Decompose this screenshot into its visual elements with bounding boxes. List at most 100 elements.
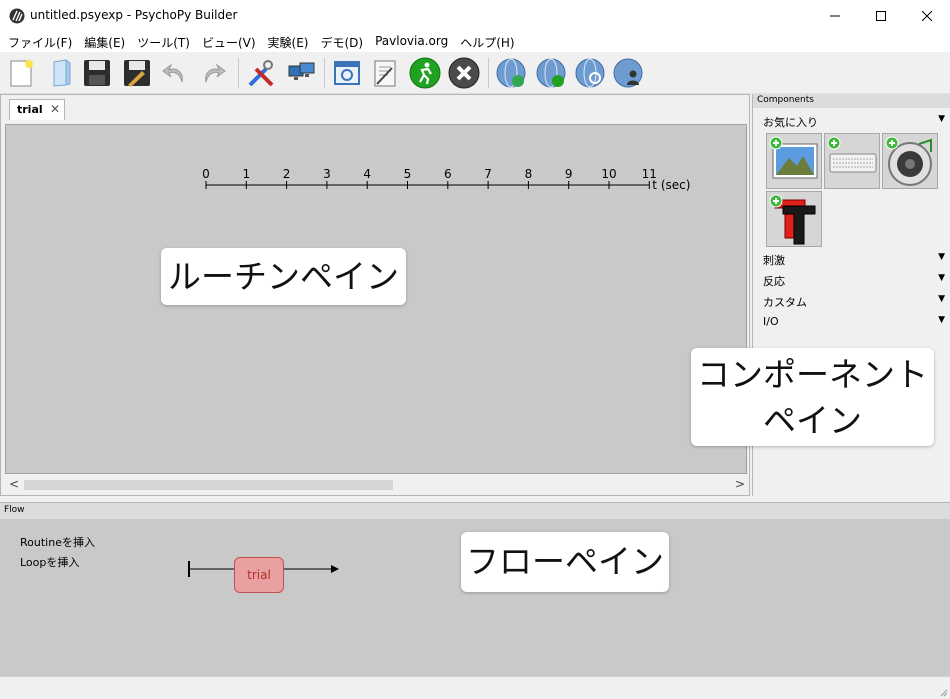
components-title: Components bbox=[757, 95, 814, 105]
timeline-tick-label: 1 bbox=[242, 167, 250, 181]
preferences-button[interactable] bbox=[244, 56, 278, 90]
timeline-tick-label: 9 bbox=[565, 167, 573, 181]
undo-button[interactable] bbox=[158, 56, 192, 90]
toolbar bbox=[0, 52, 950, 94]
pavlovia-user-button[interactable] bbox=[611, 56, 645, 90]
category-favorites[interactable]: お気に入り ▼ bbox=[763, 114, 945, 134]
menu-edit[interactable]: 編集(E) bbox=[80, 32, 129, 52]
timeline-tick-label: 3 bbox=[323, 167, 331, 181]
menu-help[interactable]: ヘルプ(H) bbox=[456, 32, 518, 52]
menu-experiment[interactable]: 実験(E) bbox=[264, 32, 313, 52]
minimize-button[interactable] bbox=[812, 0, 858, 32]
timeline: 0 1 2 3 4 5 6 7 8 9 10 11t (sec) bbox=[202, 167, 690, 192]
menu-bar: ファイル(F) 編集(E) ツール(T) ビュー(V) 実験(E) デモ(D) … bbox=[0, 32, 950, 52]
callout-text-line1: コンポーネント bbox=[697, 355, 928, 394]
menu-demos[interactable]: デモ(D) bbox=[316, 32, 367, 52]
category-label: カスタム bbox=[763, 296, 807, 309]
keyboard-component-button[interactable] bbox=[824, 133, 880, 189]
save-as-button[interactable] bbox=[120, 56, 154, 90]
redo-icon bbox=[205, 63, 226, 83]
redo-button[interactable] bbox=[196, 56, 230, 90]
insert-loop-button[interactable]: Loopを挿入 bbox=[20, 554, 79, 570]
menu-pavlovia[interactable]: Pavlovia.org bbox=[371, 32, 452, 52]
flow-routine-trial[interactable]: trial bbox=[234, 557, 284, 593]
pavlovia-sync-button[interactable] bbox=[494, 56, 528, 90]
flow-title: Flow bbox=[4, 505, 25, 515]
pavlovia-user-icon bbox=[613, 58, 643, 88]
title-bar: untitled.psyexp - PsychoPy Builder bbox=[0, 0, 950, 32]
tab-close-icon[interactable]: ✕ bbox=[50, 102, 60, 116]
toolbar-separator bbox=[238, 58, 239, 88]
scroll-left-icon[interactable]: < bbox=[9, 477, 19, 491]
status-bar bbox=[0, 676, 950, 699]
save-as-icon bbox=[124, 60, 150, 87]
timeline-tick-label: 5 bbox=[404, 167, 412, 181]
timeline-unit-label: t (sec) bbox=[652, 178, 690, 192]
category-responses[interactable]: 反応 ▼ bbox=[763, 273, 945, 293]
category-stimuli[interactable]: 刺激 ▼ bbox=[763, 252, 945, 272]
new-file-icon bbox=[10, 60, 33, 87]
open-file-button[interactable] bbox=[44, 56, 78, 90]
monitor-center-button[interactable] bbox=[284, 56, 318, 90]
stop-button[interactable] bbox=[447, 56, 481, 90]
scroll-right-icon[interactable]: > bbox=[735, 477, 745, 491]
category-io[interactable]: I/O ▼ bbox=[763, 315, 945, 335]
menu-file[interactable]: ファイル(F) bbox=[4, 32, 76, 52]
stop-icon bbox=[448, 57, 480, 89]
category-label: 反応 bbox=[763, 275, 785, 288]
scrollbar-thumb[interactable] bbox=[24, 480, 393, 490]
window-title: untitled.psyexp - PsychoPy Builder bbox=[30, 8, 238, 22]
timeline-tick-label: 10 bbox=[601, 167, 616, 181]
text-component-icon bbox=[769, 194, 816, 245]
pavlovia-search-icon bbox=[575, 58, 605, 88]
routine-tab-label: trial bbox=[17, 103, 43, 116]
save-button[interactable] bbox=[80, 56, 114, 90]
experiment-settings-icon bbox=[334, 61, 360, 85]
routine-tab-trial[interactable]: trial ✕ bbox=[9, 99, 65, 120]
compile-script-button[interactable] bbox=[368, 56, 402, 90]
toolbar-separator bbox=[488, 58, 489, 88]
timeline-tick-label: 6 bbox=[444, 167, 452, 181]
pavlovia-run-button[interactable] bbox=[534, 56, 568, 90]
category-custom[interactable]: カスタム ▼ bbox=[763, 294, 945, 314]
timeline-tick-label: 7 bbox=[484, 167, 492, 181]
sound-component-button[interactable] bbox=[882, 133, 938, 189]
psychopy-app-icon bbox=[9, 8, 25, 24]
menu-view[interactable]: ビュー(V) bbox=[198, 32, 260, 52]
image-component-icon bbox=[769, 136, 818, 179]
menu-tools[interactable]: ツール(T) bbox=[133, 32, 194, 52]
experiment-settings-button[interactable] bbox=[330, 56, 364, 90]
sound-component-icon bbox=[885, 136, 932, 186]
run-icon bbox=[409, 57, 441, 89]
insert-routine-button[interactable]: Routineを挿入 bbox=[20, 534, 95, 550]
new-file-button[interactable] bbox=[4, 56, 38, 90]
resize-grip-icon[interactable] bbox=[938, 687, 948, 697]
callout-text: フローペイン bbox=[466, 542, 664, 581]
callout-text: ルーチンペイン bbox=[168, 257, 399, 296]
pavlovia-search-button[interactable] bbox=[573, 56, 607, 90]
text-component-button[interactable] bbox=[766, 191, 822, 247]
pavlovia-sync-icon bbox=[496, 58, 526, 88]
category-label: お気に入り bbox=[763, 116, 818, 129]
category-label: I/O bbox=[763, 315, 779, 328]
keyboard-component-icon bbox=[827, 136, 877, 173]
open-file-icon bbox=[53, 59, 71, 87]
maximize-button[interactable] bbox=[858, 0, 904, 32]
dropdown-arrow-icon: ▼ bbox=[938, 273, 945, 283]
save-icon bbox=[84, 60, 110, 86]
category-label: 刺激 bbox=[763, 254, 785, 267]
horizontal-scrollbar[interactable]: < > bbox=[5, 476, 747, 493]
run-button[interactable] bbox=[408, 56, 442, 90]
dropdown-arrow-icon: ▼ bbox=[938, 252, 945, 262]
image-component-button[interactable] bbox=[766, 133, 822, 189]
close-button[interactable] bbox=[904, 0, 950, 32]
preferences-icon bbox=[248, 60, 274, 87]
callout-component-pane: コンポーネント ペイン bbox=[691, 348, 934, 446]
pavlovia-run-icon bbox=[536, 58, 566, 88]
callout-flow-pane: フローペイン bbox=[461, 532, 669, 592]
flow-header: Flow bbox=[0, 503, 950, 519]
maximize-icon bbox=[876, 11, 886, 21]
toolbar-separator bbox=[324, 58, 325, 88]
timeline-tick-label: 0 bbox=[202, 167, 210, 181]
monitor-center-icon bbox=[288, 62, 315, 80]
